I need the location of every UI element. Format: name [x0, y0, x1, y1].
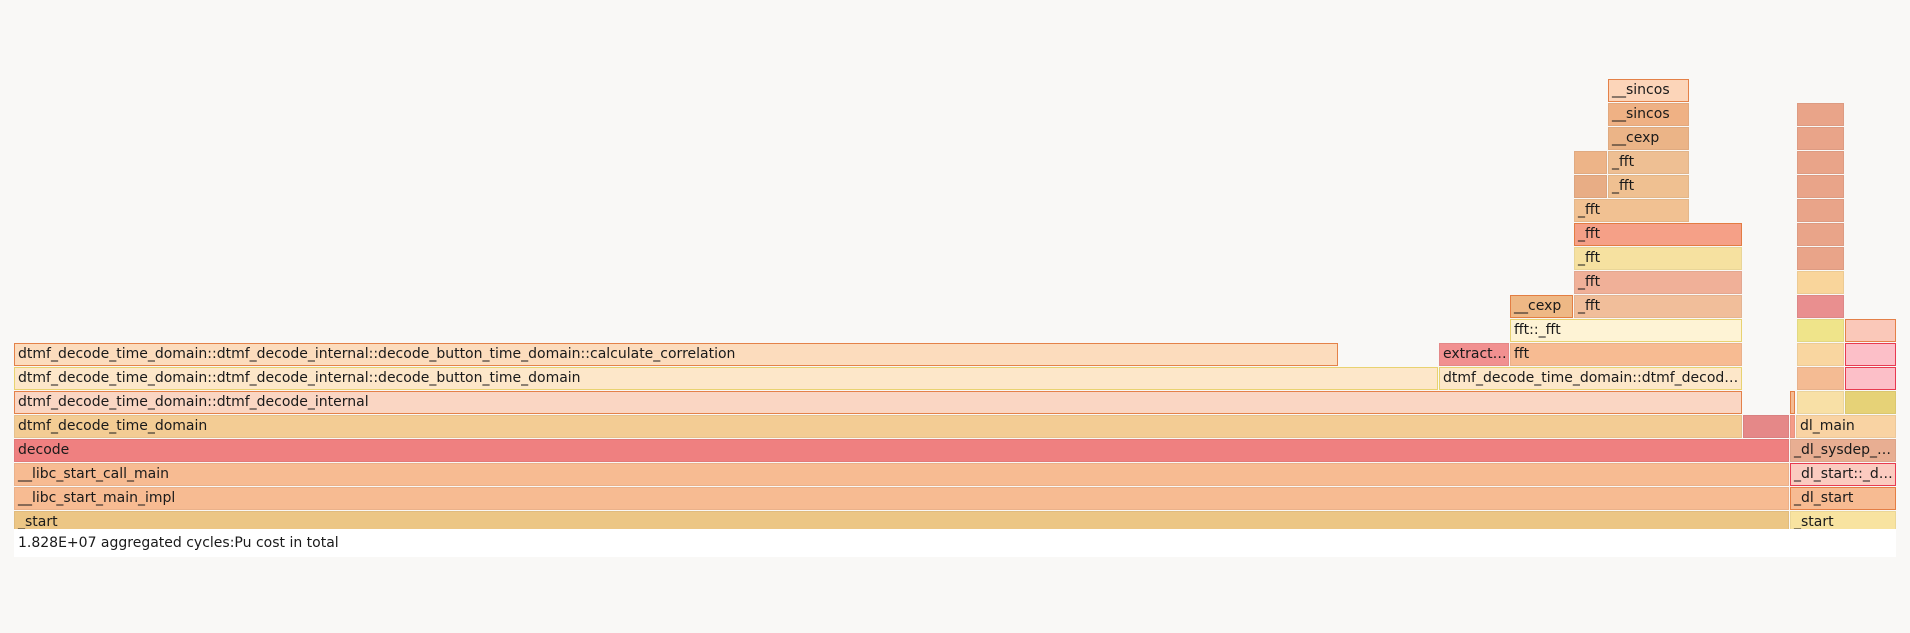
frame-unlabeled-h[interactable] — [1797, 343, 1844, 366]
frame-unlabeled-t[interactable] — [1797, 151, 1844, 174]
frame-unlabeled-j[interactable] — [1797, 319, 1844, 342]
frame-cexp-a[interactable]: __cexp — [1510, 295, 1573, 318]
frame-unlabeled-k[interactable] — [1845, 319, 1896, 342]
frame-unlabeled-l[interactable] — [1797, 295, 1844, 318]
frame-fft[interactable]: fft — [1510, 343, 1742, 366]
frame-dl-start[interactable]: _dl_start — [1790, 487, 1896, 510]
frame-unlabeled-u[interactable] — [1797, 127, 1844, 150]
frame-decode[interactable]: decode — [14, 439, 1789, 462]
frame-unlabeled-s[interactable] — [1574, 151, 1607, 174]
frame-fft-inner[interactable]: fft::_fft — [1510, 319, 1742, 342]
frame-unlabeled-b[interactable] — [1790, 415, 1795, 438]
frame-extract-frequency[interactable]: extract_frequency — [1439, 343, 1509, 366]
frame-fft-f[interactable]: _fft — [1608, 175, 1689, 198]
frame-unlabeled-v[interactable] — [1797, 103, 1844, 126]
frame-calculate-correlation[interactable]: dtmf_decode_time_domain::dtmf_decode_int… — [14, 343, 1338, 366]
frame-decode-frame[interactable]: dtmf_decode_time_domain::dtmf_decode_int… — [1439, 367, 1742, 390]
frame-libc-start-main-impl[interactable]: __libc_start_main_impl — [14, 487, 1789, 510]
frame-dl-start-final[interactable]: _dl_start::_dl_start_final — [1790, 463, 1896, 486]
frame-sincos-b[interactable]: __sincos — [1608, 79, 1689, 102]
total-cost-label: 1.828E+07 aggregated cycles:Pu cost in t… — [14, 529, 1896, 557]
frame-unlabeled-g[interactable] — [1845, 367, 1896, 390]
frame-fft-d[interactable]: _fft — [1574, 223, 1742, 246]
frame-unlabeled-i[interactable] — [1845, 343, 1896, 366]
frame-dl-main[interactable]: dl_main — [1796, 415, 1896, 438]
frame-unlabeled-o[interactable] — [1797, 223, 1844, 246]
frame-unlabeled-a[interactable] — [1743, 415, 1789, 438]
frame-unlabeled-r[interactable] — [1797, 175, 1844, 198]
frame-unlabeled-f[interactable] — [1797, 367, 1844, 390]
frame-unlabeled-m[interactable] — [1797, 271, 1844, 294]
frame-fft-g[interactable]: _fft — [1608, 151, 1689, 174]
frame-unlabeled-e[interactable] — [1845, 391, 1896, 414]
frame-fft-c[interactable]: _fft — [1574, 247, 1742, 270]
frame-dtmf-decode-internal[interactable]: dtmf_decode_time_domain::dtmf_decode_int… — [14, 391, 1742, 414]
frame-sincos-a[interactable]: __sincos — [1608, 103, 1689, 126]
frame-unlabeled-d[interactable] — [1797, 391, 1844, 414]
frame-unlabeled-q[interactable] — [1574, 175, 1607, 198]
frame-decode-button-time-domain[interactable]: dtmf_decode_time_domain::dtmf_decode_int… — [14, 367, 1438, 390]
frame-fft-b[interactable]: _fft — [1574, 271, 1742, 294]
frame-dl-sysdep-start[interactable]: _dl_sysdep_start — [1790, 439, 1896, 462]
frame-libc-start-call-main[interactable]: __libc_start_call_main — [14, 463, 1789, 486]
frame-unlabeled-c[interactable] — [1790, 391, 1795, 414]
frame-unlabeled-p[interactable] — [1797, 199, 1844, 222]
frame-cexp-b[interactable]: __cexp — [1608, 127, 1689, 150]
frame-dtmf-decode-time-domain[interactable]: dtmf_decode_time_domain — [14, 415, 1742, 438]
frame-unlabeled-n[interactable] — [1797, 247, 1844, 270]
frame-fft-a[interactable]: _fft — [1574, 295, 1742, 318]
frame-fft-e[interactable]: _fft — [1574, 199, 1689, 222]
